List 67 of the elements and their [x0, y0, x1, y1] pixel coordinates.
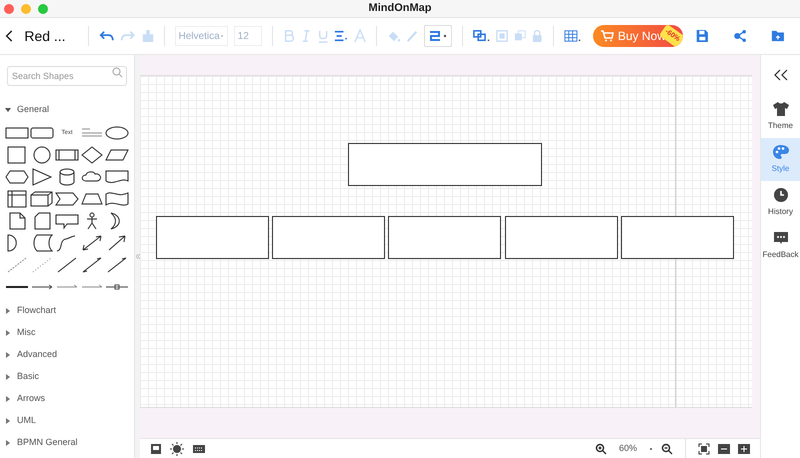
category-header[interactable]: Basic [0, 366, 134, 388]
callout-icon[interactable] [54, 212, 79, 230]
fit-icon[interactable] [698, 442, 710, 454]
palette-icon [772, 144, 790, 160]
document-title[interactable]: Red ... [24, 26, 78, 46]
category-header[interactable]: General [0, 99, 134, 121]
caret-icon [5, 107, 11, 113]
align-icon[interactable] [334, 28, 348, 44]
folder-icon[interactable] [771, 28, 785, 44]
connector-icon [429, 29, 442, 43]
caret-icon [5, 308, 11, 314]
category-header[interactable]: UML [0, 410, 134, 432]
step-icon[interactable] [54, 190, 79, 208]
diagram-node[interactable] [348, 143, 542, 186]
collapse-icon [136, 254, 140, 259]
back-icon[interactable] [4, 28, 14, 44]
category-header[interactable]: BPMN General [0, 432, 134, 454]
window-title: MindOnMap [368, 1, 432, 16]
caret-icon [5, 396, 11, 402]
font-color-icon[interactable] [354, 28, 366, 44]
t-shirt-icon [772, 101, 790, 117]
category-header[interactable]: Advanced [0, 344, 134, 366]
internal-storage-icon[interactable] [4, 190, 29, 208]
search-field[interactable]: Search Shapes [7, 66, 127, 86]
close-button[interactable] [4, 4, 14, 14]
caret-icon [5, 440, 11, 446]
panel-tab[interactable]: FeedBack [761, 224, 800, 267]
zoom-level[interactable]: 60% [614, 442, 641, 456]
panel-icon[interactable] [150, 442, 162, 454]
caret-icon [5, 418, 11, 424]
diagram-node[interactable] [505, 216, 618, 259]
category-header[interactable]: Flowchart [0, 300, 134, 322]
cart-icon [600, 30, 614, 42]
category-header[interactable]: Arrows [0, 388, 134, 410]
diagram-node[interactable] [388, 216, 501, 259]
ellipse-icon[interactable] [105, 124, 130, 142]
table-icon[interactable] [564, 28, 581, 44]
caret-icon [5, 352, 11, 358]
tape-icon[interactable] [105, 190, 130, 208]
category-header[interactable]: Misc [0, 322, 134, 344]
zoom-in-icon[interactable] [594, 442, 607, 454]
document-icon[interactable] [105, 168, 130, 186]
keyboard-icon[interactable] [192, 442, 206, 454]
clock-icon [772, 187, 788, 203]
caret-icon [5, 374, 11, 380]
panel-tab[interactable]: Theme [761, 95, 800, 138]
double-arrow-icon[interactable] [80, 234, 104, 252]
hexagon-icon[interactable] [4, 168, 29, 186]
caret-icon[interactable] [649, 446, 653, 450]
caret-icon [443, 34, 448, 38]
splitter-handle[interactable] [135, 55, 140, 458]
collapse-icon[interactable] [774, 69, 788, 81]
save-icon[interactable] [695, 28, 710, 44]
zoom-out-icon[interactable] [661, 442, 673, 454]
diagram-node[interactable] [156, 216, 269, 259]
connector-style-button[interactable] [424, 25, 452, 47]
message-icon [772, 230, 788, 246]
triangle-icon[interactable] [30, 168, 54, 186]
sun-icon[interactable] [170, 442, 184, 456]
diagram-node[interactable] [621, 216, 734, 259]
share-icon[interactable] [733, 28, 748, 44]
diagram-node[interactable] [272, 216, 385, 259]
arrange-icon[interactable] [473, 28, 490, 44]
diamond-icon[interactable] [80, 146, 104, 164]
cube-icon[interactable] [30, 190, 54, 208]
caret-icon [5, 330, 11, 336]
panel-tab[interactable]: History [761, 181, 800, 224]
